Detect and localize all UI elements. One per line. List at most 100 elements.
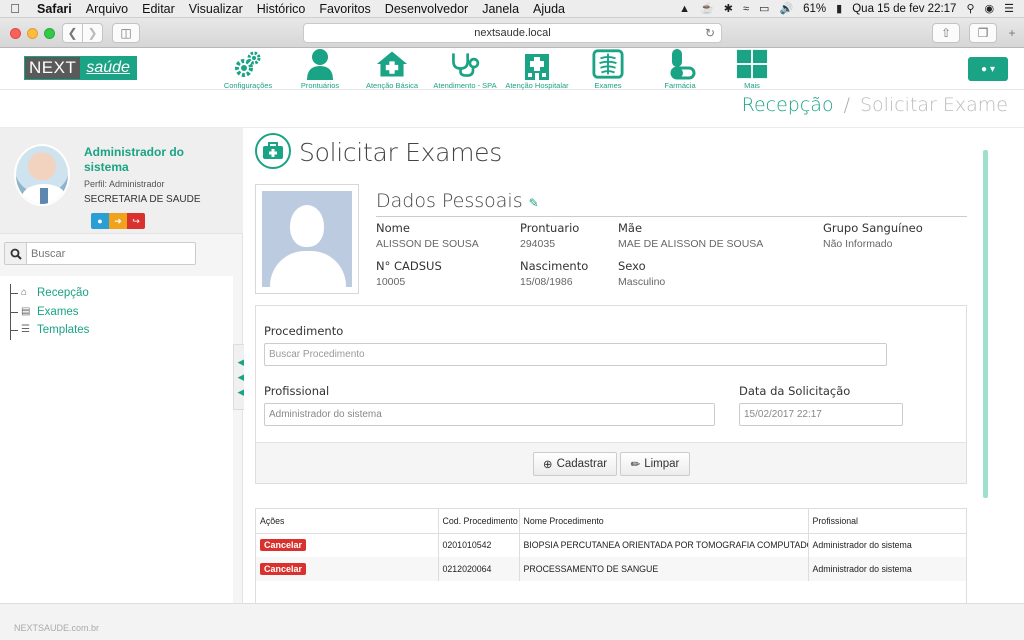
forward-button[interactable]: ❯ (82, 23, 103, 43)
codigo-cell: 0201010542 (438, 533, 520, 557)
sign-in-icon: ➜ (114, 215, 122, 226)
nextsaude-logo[interactable]: NEXT saúde (24, 56, 137, 80)
edit-icon[interactable]: ✎ (529, 196, 539, 210)
zoom-window-button[interactable] (44, 28, 55, 39)
profile-logout-button[interactable]: ↪ (127, 213, 145, 229)
breadcrumb: Recepção / Solicitar Exame (742, 94, 1008, 116)
col-nome-procedimento[interactable]: Nome Procedimento (519, 509, 809, 534)
reload-icon[interactable]: ↻ (705, 24, 715, 42)
profile-user-button[interactable]: ● (91, 213, 109, 229)
nav-atencao-hospitalar[interactable]: Atenção Hospitalar (504, 48, 570, 90)
menu-historico[interactable]: Histórico (250, 2, 313, 16)
cancel-button[interactable]: Cancelar (260, 563, 307, 575)
nav-exames[interactable]: Exames (586, 48, 630, 90)
logo-part-saude: saúde (80, 57, 136, 79)
stethoscope-icon (449, 48, 481, 80)
minimize-window-button[interactable] (27, 28, 38, 39)
menu-app-safari[interactable]: Safari (30, 2, 79, 16)
tabs-overview-button[interactable]: ❐ (969, 23, 997, 43)
bluetooth-icon[interactable]: ✱ (724, 2, 733, 15)
search-input[interactable] (27, 243, 195, 264)
nav-mais[interactable]: Mais (730, 48, 774, 90)
nav-label: Prontuários (300, 81, 340, 90)
profile-login-button[interactable]: ➜ (109, 213, 127, 229)
form-actions: ⊕ Cadastrar ✏ Limpar (256, 442, 966, 483)
col-cod-procedimento[interactable]: Cod. Procedimento (438, 509, 520, 534)
tree-item-recepcao[interactable]: ⌂ Recepção (11, 284, 89, 303)
nav-atendimento-spa[interactable]: Atendimento - SPA (432, 48, 498, 90)
codigo-cell: 0212020064 (438, 557, 520, 581)
scrollbar[interactable] (983, 150, 988, 498)
profile-actions: ● ➜ ↪ (91, 213, 145, 229)
url-text: nextsaude.local (474, 27, 551, 39)
file-icon: ▤ (21, 305, 31, 317)
new-tab-button[interactable]: + (1004, 23, 1020, 43)
procedures-table: Ações Cod. Procedimento Nome Procediment… (255, 508, 967, 603)
menu-visualizar[interactable]: Visualizar (182, 2, 250, 16)
menu-favoritos[interactable]: Favoritos (312, 2, 377, 16)
volume-icon[interactable]: 🔊 (779, 2, 793, 15)
menu-editar[interactable]: Editar (135, 2, 182, 16)
menu-clock[interactable]: Qua 15 de fev 22:17 (852, 3, 956, 15)
home-icon: ⌂ (21, 287, 28, 298)
cadastrar-button[interactable]: ⊕ Cadastrar (533, 452, 617, 476)
profissional-field[interactable]: Administrador do sistema (264, 403, 715, 426)
apple-icon[interactable]:  (0, 1, 30, 16)
avatar (14, 144, 70, 206)
nav-farmacia[interactable]: Farmácia (656, 48, 704, 90)
menu-status-area: ▲ ☕ ✱ ≈ ▭ 🔊 61% ▮ Qua 15 de fev 22:17 ⚲ … (679, 2, 1024, 16)
page-title: Solicitar Exames (299, 138, 502, 167)
data-solicitacao-label: Data da Solicitação (739, 384, 851, 398)
nav-configuracoes[interactable]: Configurações (222, 48, 274, 90)
siri-icon[interactable]: ◉ (985, 2, 995, 15)
breadcrumb-recepcao[interactable]: Recepção (742, 94, 834, 116)
battery-percent[interactable]: 61% (803, 3, 826, 15)
field-nascimento: Nascimento 15/08/1986 (520, 259, 588, 288)
divider (376, 216, 967, 217)
back-button[interactable]: ❮ (62, 23, 83, 43)
user-profile-card: Administrador do sistema Perfil: Adminis… (0, 128, 243, 234)
cancel-button[interactable]: Cancelar (260, 539, 307, 552)
menu-desenvolvedor[interactable]: Desenvolvedor (378, 2, 475, 16)
col-acoes[interactable]: Ações (256, 509, 439, 534)
menu-ajuda[interactable]: Ajuda (526, 2, 572, 16)
hospital-icon (521, 48, 553, 80)
procedimento-search-input[interactable]: Buscar Procedimento (264, 343, 887, 366)
menu-arquivo[interactable]: Arquivo (79, 2, 135, 16)
wifi-icon[interactable]: ≈ (743, 3, 749, 15)
user-secretaria: SECRETARIA DE SAUDE (84, 194, 201, 205)
nav-atencao-basica[interactable]: Atenção Básica (364, 48, 420, 90)
share-button[interactable]: ⇧ (932, 23, 960, 43)
dados-title: Dados Pessoais (376, 190, 523, 212)
tabs-icon: ❐ (977, 26, 989, 40)
close-window-button[interactable] (10, 28, 21, 39)
logo-part-next: NEXT (25, 57, 81, 79)
battery-icon[interactable]: ▮ (836, 2, 842, 15)
cup-icon[interactable]: ☕ (700, 2, 714, 15)
spotlight-icon[interactable]: ⚲ (966, 2, 974, 15)
plus-circle-icon: ⊕ (542, 459, 553, 471)
address-bar[interactable]: nextsaude.local ↻ (303, 23, 722, 43)
col-profissional[interactable]: Profissional (808, 509, 966, 534)
search-button[interactable] (5, 243, 27, 264)
airplay-icon[interactable]: ▭ (759, 2, 769, 15)
limpar-button[interactable]: ✏ Limpar (620, 452, 690, 476)
house-icon (376, 48, 408, 80)
drive-icon[interactable]: ▲ (679, 3, 690, 15)
profissional-cell: Administrador do sistema (812, 540, 912, 551)
menu-janela[interactable]: Janela (475, 2, 526, 16)
tree-item-templates[interactable]: ☰ Templates (11, 321, 89, 340)
pill-icon (664, 48, 696, 80)
person-icon (304, 48, 336, 80)
sidebar-tree-panel: ⌂ Recepção ▤ Exames ☰ Templates (0, 276, 233, 603)
nav-prontuarios[interactable]: Prontuários (296, 48, 344, 90)
sidebar-toggle-button[interactable]: ◫ (112, 23, 140, 43)
user-menu-button[interactable]: ● ▾ (968, 57, 1008, 81)
data-solicitacao-field[interactable]: 15/02/2017 22:17 (739, 403, 903, 426)
table-row: Cancelar 0212020064 PROCESSAMENTO DE SAN… (256, 557, 966, 581)
actions-cell: Cancelar (256, 533, 439, 557)
tree-item-exames[interactable]: ▤ Exames (11, 303, 89, 322)
notification-center-icon[interactable]: ☰ (1004, 2, 1014, 15)
share-arrow-icon: ↪ (132, 215, 140, 226)
tree-label: Recepção (37, 287, 89, 299)
